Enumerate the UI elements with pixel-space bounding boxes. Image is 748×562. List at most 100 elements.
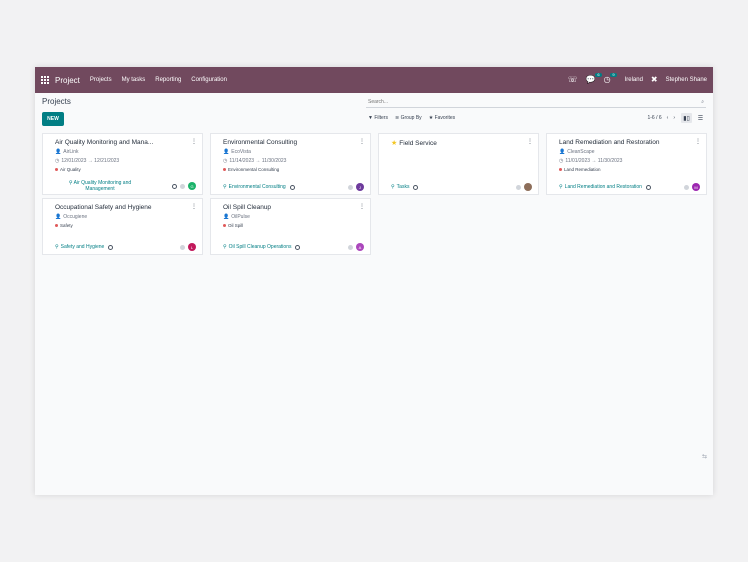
menu-reporting[interactable]: Reporting (155, 77, 181, 83)
status-icon[interactable] (516, 184, 521, 190)
list-view-icon[interactable]: ☰ (695, 113, 706, 123)
avatar[interactable]: L (188, 243, 196, 251)
date-range: ◷ 12/01/2023 → 12/21/2023 (55, 158, 196, 164)
tag-color-dot (55, 224, 58, 227)
tools-icon[interactable]: ✖ (651, 76, 658, 84)
project-card[interactable]: Air Quality Monitoring and Mana... ⋮ 👤 Ai… (42, 133, 203, 195)
favorite-star-icon[interactable]: ★ (391, 140, 397, 147)
status-icon[interactable] (180, 244, 185, 250)
tasks-link[interactable]: ⚲ Safety and Hygiene (55, 244, 104, 250)
project-card[interactable]: Environmental Consulting ⋮ 👤 EcoVista ◷ 11… (210, 133, 371, 195)
clock-icon: ◷ (223, 158, 228, 164)
kebab-menu-icon[interactable]: ⋮ (191, 203, 197, 210)
top-navbar: Project Projects My tasks Reporting Conf… (35, 67, 713, 93)
project-name: Air Quality Monitoring and Mana... (55, 139, 154, 146)
favorites-label: Favorites (434, 115, 456, 121)
activity-clock-icon[interactable] (289, 184, 295, 190)
kebab-menu-icon[interactable]: ⋮ (695, 138, 701, 145)
customer: 👤 OilPulse (223, 214, 364, 220)
activity-clock-icon[interactable] (108, 244, 114, 250)
tasks-link[interactable]: ⚲ Land Remediation and Restoration (559, 184, 642, 190)
project-name: Environmental Consulting (223, 139, 298, 146)
search-input[interactable] (368, 99, 668, 105)
tasks-link[interactable]: ⚲ Air Quality Monitoring and Management (55, 180, 145, 192)
layers-icon: ≋ (394, 115, 400, 121)
kebab-menu-icon[interactable]: ⋮ (359, 203, 365, 210)
status-icon[interactable] (180, 183, 185, 189)
customer: 👤 EcoVista (223, 149, 364, 155)
menu-my-tasks[interactable]: My tasks (122, 77, 146, 83)
avatar[interactable]: G (188, 182, 196, 190)
chat-icon[interactable]: 💬 6 (586, 73, 602, 84)
tag-label: Oil Spill (228, 223, 244, 228)
chevron-right-icon[interactable]: › (673, 115, 675, 121)
customer: 👤 Occugiene (55, 214, 196, 220)
customer-name: OilPulse (231, 214, 250, 220)
project-card[interactable]: ★ Field Service ⋮ ⚲ Tasks (378, 133, 539, 195)
avatar[interactable]: J (356, 183, 364, 191)
tasks-link[interactable]: ⚲ Tasks (391, 184, 409, 190)
favorites-button[interactable]: ★ Favorites (429, 115, 455, 121)
date-range-text: 12/01/2023 → 12/21/2023 (61, 158, 120, 164)
activity-clock-icon[interactable] (172, 183, 177, 189)
tasks-label: Land Remediation and Restoration (564, 184, 642, 190)
search-bar: ⌕ (366, 97, 706, 108)
menu-projects[interactable]: Projects (90, 77, 112, 83)
project-name: Occupational Safety and Hygiene (55, 204, 152, 211)
avatar[interactable]: A (356, 243, 364, 251)
tasks-link[interactable]: ⚲ Environmental Consulting (223, 184, 286, 190)
groupby-button[interactable]: ≋ Group By (395, 115, 422, 121)
tag-color-dot (223, 224, 226, 227)
status-icon[interactable] (348, 244, 353, 250)
tag-label: Environmental Consulting (228, 167, 280, 172)
customer: 👤 CleanScape (559, 149, 700, 155)
filters-button[interactable]: ▼ Filters (368, 115, 388, 121)
status-icon[interactable] (348, 184, 353, 190)
project-name: Field Service (399, 140, 437, 147)
phone-icon[interactable]: ☏ (568, 76, 578, 84)
control-panel: Projects NEW ⌕ ▼ Filters ≋ Group By ★ Fa… (35, 93, 713, 133)
tag-label: Air Quality (60, 167, 81, 172)
user-icon: 👤 (223, 149, 230, 155)
tasks-link[interactable]: ⚲ Oil Spill Cleanup Operations (223, 244, 291, 250)
side-collapse-icon[interactable]: ⇆ (702, 453, 707, 460)
customer: 👤 AirLink (55, 149, 196, 155)
tasks-icon: ⚲ (559, 184, 563, 190)
avatar-photo[interactable] (524, 183, 532, 191)
tasks-label: Safety and Hygiene (60, 244, 105, 250)
activity-clock-icon[interactable] (413, 184, 419, 190)
filter-icon: ▼ (368, 115, 373, 121)
kebab-menu-icon[interactable]: ⋮ (191, 138, 197, 145)
menu-configuration[interactable]: Configuration (191, 77, 227, 83)
star-icon: ★ (428, 115, 434, 121)
tag: Land Remediation (559, 167, 700, 172)
project-card[interactable]: Oil Spill Cleanup ⋮ 👤 OilPulse Oil Spill … (210, 198, 371, 255)
apps-grid-icon[interactable] (41, 75, 50, 85)
clock-icon: ◷ (55, 158, 60, 164)
avatar[interactable]: M (692, 183, 700, 191)
customer-name: Occugiene (63, 214, 88, 220)
user-icon: 👤 (223, 214, 230, 220)
customer-name: EcoVista (231, 149, 251, 155)
pager-value[interactable]: 1-6 / 6 (647, 115, 661, 121)
search-icon[interactable]: ⌕ (701, 99, 704, 105)
app-brand[interactable]: Project (55, 76, 80, 85)
chevron-left-icon[interactable]: ‹ (667, 115, 669, 121)
project-card[interactable]: Land Remediation and Restoration ⋮ 👤 Clea… (546, 133, 707, 195)
company-switcher[interactable]: Ireland (625, 77, 643, 83)
kanban-view-icon[interactable]: ▮▯ (681, 113, 692, 123)
tag: Air Quality (55, 167, 196, 172)
activity-clock-icon[interactable] (295, 244, 301, 250)
user-menu[interactable]: Stephen Shane (666, 77, 707, 83)
project-name-row: ★ Field Service (391, 139, 519, 147)
project-card[interactable]: Occupational Safety and Hygiene ⋮ 👤 Occug… (42, 198, 203, 255)
kebab-menu-icon[interactable]: ⋮ (359, 138, 365, 145)
activity-icon[interactable]: ◷ 9 (604, 73, 617, 84)
new-button[interactable]: NEW (42, 112, 64, 126)
status-icon[interactable] (684, 184, 689, 190)
tag-color-dot (223, 168, 226, 171)
tag-color-dot (55, 168, 58, 171)
tasks-icon: ⚲ (55, 244, 59, 250)
kebab-menu-icon[interactable]: ⋮ (527, 138, 533, 145)
activity-clock-icon[interactable] (645, 184, 651, 190)
